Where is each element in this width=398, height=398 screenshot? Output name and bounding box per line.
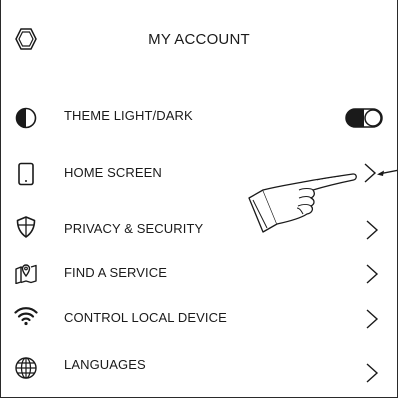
- chevron-right-icon[interactable]: [365, 264, 379, 284]
- theme-toggle[interactable]: [345, 108, 383, 128]
- account-screen: MY ACCOUNT THEME LIGHT/DARK HOME SCREEN …: [0, 0, 398, 398]
- shield-icon: [16, 216, 36, 238]
- contrast-icon: [15, 107, 37, 129]
- menu-item-theme[interactable]: THEME LIGHT/DARK: [1, 98, 397, 138]
- menu-item-label: PRIVACY & SECURITY: [64, 221, 204, 236]
- map-pin-icon: [15, 264, 37, 284]
- hexagon-logo-icon: [15, 28, 37, 50]
- chevron-right-icon[interactable]: [365, 363, 379, 383]
- pointing-hand-icon: [248, 173, 357, 233]
- callout-arrow-icon: [377, 169, 397, 176]
- menu-item-label: HOME SCREEN: [64, 165, 162, 180]
- menu-item-control-local-device[interactable]: CONTROL LOCAL DEVICE: [1, 300, 397, 340]
- page-title: MY ACCOUNT: [148, 31, 250, 48]
- chevron-right-icon[interactable]: [365, 309, 379, 329]
- menu-item-find-a-service[interactable]: FIND A SERVICE: [1, 256, 397, 296]
- menu-item-languages[interactable]: LANGUAGES: [1, 348, 397, 388]
- globe-icon: [15, 357, 37, 379]
- menu-item-label: CONTROL LOCAL DEVICE: [64, 310, 227, 325]
- wifi-icon: [14, 307, 38, 326]
- menu-item-label: FIND A SERVICE: [64, 265, 168, 280]
- menu-item-label: LANGUAGES: [64, 357, 146, 372]
- menu-item-label: THEME LIGHT/DARK: [64, 108, 193, 123]
- smartphone-icon: [18, 162, 34, 186]
